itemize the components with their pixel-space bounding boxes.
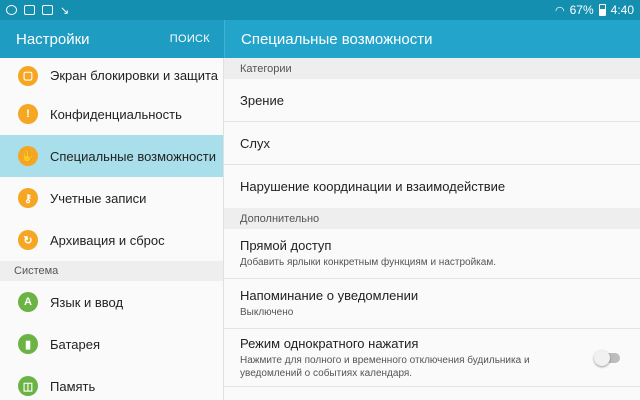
category-hearing[interactable]: Слух — [224, 122, 640, 165]
missed-call-icon: ↘ — [60, 4, 70, 17]
sidebar-item-label: Экран блокировки и защита — [50, 68, 219, 83]
sidebar-item-accounts[interactable]: ⚷ Учетные записи — [0, 177, 223, 219]
battery-icon: ▮ — [18, 334, 38, 354]
detail-title: Специальные возможности — [241, 30, 433, 48]
sidebar-item-backup[interactable]: ↻ Архивация и сброс — [0, 219, 223, 261]
detail-header: Специальные возможности — [224, 20, 640, 58]
lock-icon: ▢ — [18, 65, 38, 86]
category-dexterity[interactable]: Нарушение координации и взаимодействие — [224, 165, 640, 208]
language-icon: A — [18, 292, 38, 312]
sidebar-item-privacy[interactable]: ! Конфиденциальность — [0, 93, 223, 135]
single-tap-text: Режим однократного нажатия Нажмите для п… — [240, 336, 596, 380]
backup-icon: ↻ — [18, 230, 38, 250]
sidebar-item-language[interactable]: A Язык и ввод — [0, 281, 223, 323]
sidebar-item-label: Учетные записи — [50, 190, 147, 206]
message-icon — [6, 5, 17, 15]
list-item-title: Нарушение координации и взаимодействие — [240, 179, 506, 194]
list-item-subtitle: Добавить ярлыки конкретным функциям и на… — [240, 257, 496, 268]
category-vision[interactable]: Зрение — [224, 79, 640, 122]
gallery-icon — [24, 5, 35, 15]
list-item-title: Прямой доступ — [240, 238, 332, 253]
notification-icons: ↘ — [6, 4, 69, 17]
settings-sidebar: ▢ Экран блокировки и защита ! Конфиденци… — [0, 58, 224, 400]
section-header-categories: Категории — [224, 58, 640, 79]
list-item-title: Режим однократного нажатия — [240, 335, 419, 351]
status-bar: ↘ ◠ 67% 4:40 — [0, 0, 640, 20]
app-bar: Настройки ПОИСК Специальные возможности — [0, 20, 640, 58]
sidebar-item-label: Батарея — [50, 336, 101, 352]
direct-access-item[interactable]: Прямой доступ Добавить ярлыки конкретным… — [224, 229, 640, 279]
notification-reminder-item[interactable]: Напоминание о уведомлении Выключено — [224, 279, 640, 329]
settings-header: Настройки ПОИСК — [0, 20, 224, 58]
list-item-title: Напоминание о уведомлении — [240, 288, 419, 303]
accessibility-detail: Категории Зрение Слух Нарушение координа… — [224, 58, 640, 400]
single-tap-mode-item[interactable]: Режим однократного нажатия Нажмите для п… — [224, 329, 640, 387]
search-button[interactable]: ПОИСК — [170, 33, 210, 45]
sidebar-item-label: Конфиденциальность — [50, 106, 182, 122]
section-header-more: Дополнительно — [224, 208, 640, 229]
settings-title: Настройки — [16, 30, 90, 48]
list-item-title: Зрение — [240, 92, 284, 108]
sidebar-item-lockscreen[interactable]: ▢ Экран блокировки и защита — [0, 58, 223, 93]
list-item-subtitle: Нажмите для полного и временного отключе… — [240, 354, 530, 379]
battery-percent: 67% — [569, 3, 594, 17]
sidebar-item-accessibility[interactable]: ✋ Специальные возможности — [0, 135, 223, 177]
storage-icon: ◫ — [18, 376, 38, 396]
clock: 4:40 — [610, 3, 634, 17]
sidebar-item-storage[interactable]: ◫ Память — [0, 365, 223, 400]
sidebar-item-battery[interactable]: ▮ Батарея — [0, 323, 223, 365]
battery-icon — [598, 4, 606, 16]
sidebar-item-label: Специальные возможности — [50, 148, 216, 164]
sidebar-item-label: Архивация и сброс — [50, 232, 165, 248]
list-item-subtitle: Выключено — [240, 307, 294, 318]
status-right: ◠ 67% 4:40 — [555, 3, 634, 17]
sidebar-item-label: Память — [50, 378, 96, 394]
privacy-icon: ! — [18, 104, 38, 124]
section-header-system: Система — [0, 261, 223, 281]
wifi-icon: ◠ — [555, 4, 565, 17]
key-icon: ⚷ — [18, 188, 38, 208]
list-item-title: Слух — [240, 135, 270, 151]
hand-icon: ✋ — [18, 146, 38, 166]
mail-icon — [42, 5, 53, 15]
single-tap-switch[interactable] — [594, 349, 620, 366]
sidebar-item-label: Язык и ввод — [50, 294, 124, 310]
